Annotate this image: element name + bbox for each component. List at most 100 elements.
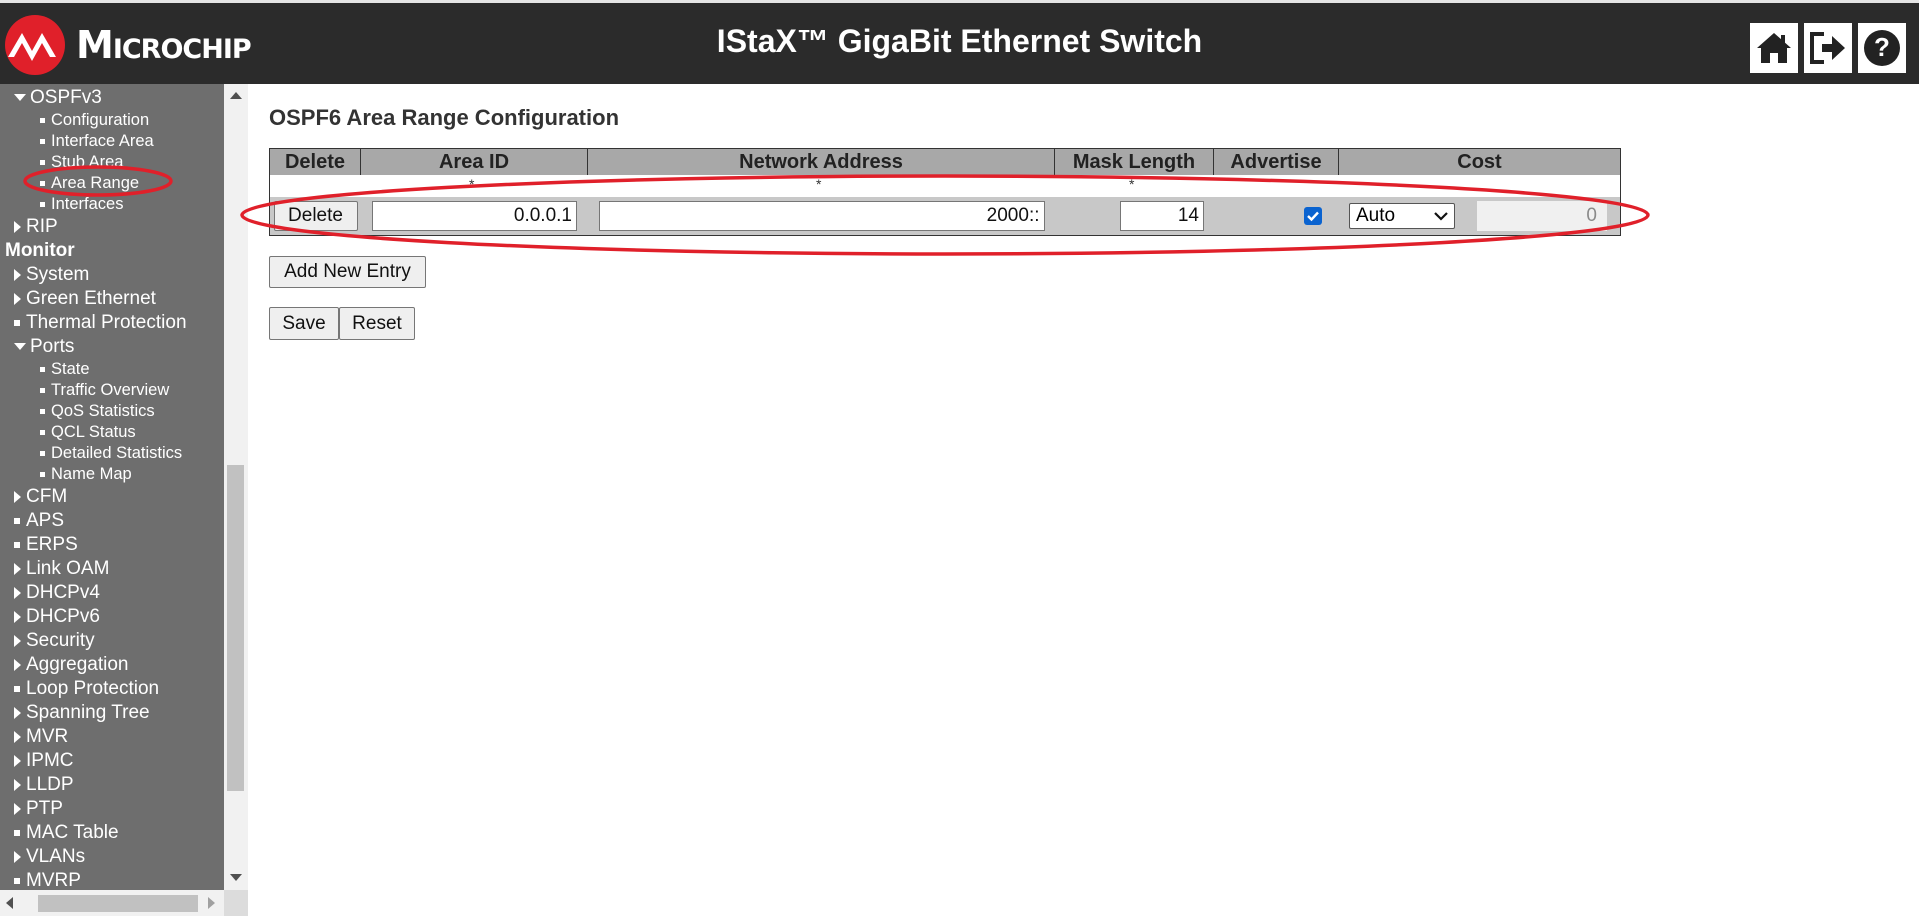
sidebar-vertical-scrollbar[interactable]: [224, 84, 248, 890]
svg-text:?: ?: [1874, 32, 1890, 62]
delete-button[interactable]: Delete: [273, 201, 358, 231]
chevron-right-icon: [14, 490, 21, 503]
sidebar-item-label: Interfaces: [51, 195, 124, 213]
sidebar-item-dhcpv6[interactable]: DHCPv6: [14, 605, 100, 629]
cost-cell: Auto 0: [1339, 197, 1620, 235]
sidebar-item-label: MVR: [26, 726, 69, 747]
sidebar-item-label: Green Ethernet: [26, 288, 156, 309]
sidebar-item-rip[interactable]: RIP: [14, 215, 58, 239]
sidebar-item-vlans[interactable]: VLANs: [14, 845, 85, 869]
app-title: IStaX™ GigaBit Ethernet Switch: [716, 23, 1203, 59]
logo-text: Microchip: [76, 23, 252, 67]
sidebar-item-dhcpv4[interactable]: DHCPv4: [14, 581, 100, 605]
sidebar-item-label: Traffic Overview: [51, 381, 170, 399]
sidebar-item-label: Stub Area: [51, 153, 124, 171]
sidebar-item-state[interactable]: State: [40, 359, 90, 380]
sidebar-item-aggregation[interactable]: Aggregation: [14, 653, 128, 677]
home-icon: [1757, 33, 1791, 63]
bullet-icon: [40, 202, 45, 208]
sidebar-item-thermal-protection[interactable]: Thermal Protection: [14, 311, 187, 335]
table-header-row: Delete Area ID Network Address Mask Leng…: [270, 149, 1620, 175]
bullet-icon: [14, 541, 20, 548]
sidebar-item-link-oam[interactable]: Link OAM: [14, 557, 109, 581]
bullet-icon: [14, 517, 20, 524]
sidebar-nav: OSPFv3 Configuration Interface Area Stub Ar…: [0, 84, 224, 916]
sidebar-item-spanning-tree[interactable]: Spanning Tree: [14, 701, 150, 725]
sidebar-item-monitor[interactable]: Monitor: [2, 239, 75, 263]
sidebar-item-label: VLANs: [26, 846, 86, 867]
sidebar-item-mac-table[interactable]: MAC Table: [14, 821, 119, 845]
bullet-icon: [14, 829, 20, 836]
sidebar-item-label: Aggregation: [26, 654, 129, 675]
sidebar-item-security[interactable]: Security: [14, 629, 95, 653]
sidebar-item-label: Ports: [30, 336, 75, 357]
sidebar-item-ipmc[interactable]: IPMC: [14, 749, 74, 773]
sidebar-item-cfm[interactable]: CFM: [14, 485, 67, 509]
add-new-entry-button[interactable]: Add New Entry: [269, 256, 426, 288]
sidebar-item-ptp[interactable]: PTP: [14, 797, 63, 821]
area-range-table: Delete Area ID Network Address Mask Leng…: [269, 148, 1621, 236]
sidebar-item-interfaces[interactable]: Interfaces: [40, 194, 123, 215]
sidebar-item-label: MAC Table: [26, 822, 119, 843]
sidebar-item-green-ethernet[interactable]: Green Ethernet: [14, 287, 156, 311]
save-button[interactable]: Save: [269, 307, 339, 340]
scroll-left-arrow-icon[interactable]: [6, 897, 13, 909]
page-title: OSPF6 Area Range Configuration: [269, 105, 620, 130]
bullet-icon: [40, 388, 45, 394]
delete-cell: Delete: [270, 197, 361, 235]
scrollbar-thumb[interactable]: [227, 465, 244, 791]
required-marker: *: [1129, 176, 1135, 192]
microchip-logo-icon: [5, 15, 65, 75]
sidebar-item-area-range[interactable]: Area Range: [40, 173, 139, 194]
column-header-advertise: Advertise: [1214, 149, 1339, 175]
sidebar-item-label: Name Map: [51, 465, 132, 483]
sidebar-item-configuration[interactable]: Configuration: [40, 110, 149, 131]
sidebar-horizontal-scrollbar[interactable]: [0, 890, 224, 916]
sidebar-item-name-map[interactable]: Name Map: [40, 464, 132, 485]
bullet-icon: [40, 451, 45, 457]
chevron-right-icon: [14, 634, 21, 647]
area-id-input[interactable]: [372, 201, 577, 231]
mask-length-input[interactable]: [1120, 201, 1204, 231]
sidebar-item-qcl-status[interactable]: QCL Status: [40, 422, 136, 443]
bullet-icon: [40, 472, 45, 478]
sidebar-item-detailed-statistics[interactable]: Detailed Statistics: [40, 443, 182, 464]
sidebar-item-system[interactable]: System: [14, 263, 89, 287]
column-header-mask-length: Mask Length: [1055, 149, 1214, 175]
sidebar-item-label: PTP: [26, 798, 63, 819]
sidebar-item-erps[interactable]: ERPS: [14, 533, 78, 557]
sidebar-item-label: IPMC: [26, 750, 74, 771]
sidebar-item-label: QCL Status: [51, 423, 136, 441]
bullet-icon: [40, 430, 45, 436]
sidebar-item-label: Configuration: [51, 111, 150, 129]
column-header-area-id: Area ID: [361, 149, 588, 175]
sidebar-item-traffic-overview[interactable]: Traffic Overview: [40, 380, 169, 401]
sidebar-item-loop-protection[interactable]: Loop Protection: [14, 677, 159, 701]
chevron-right-icon: [14, 730, 21, 743]
help-button[interactable]: ?: [1858, 23, 1906, 73]
reset-button[interactable]: Reset: [339, 307, 415, 340]
sidebar-item-ospfv3[interactable]: OSPFv3: [14, 86, 102, 110]
sidebar-item-label: DHCPv4: [26, 582, 100, 603]
network-address-input[interactable]: [598, 201, 1045, 231]
cost-mode-select[interactable]: Auto: [1349, 203, 1455, 229]
mask-length-cell: [1055, 197, 1214, 235]
sidebar-item-lldp[interactable]: LLDP: [14, 773, 74, 797]
logout-button[interactable]: [1804, 23, 1852, 73]
sidebar-item-mvr[interactable]: MVR: [14, 725, 68, 749]
sidebar-item-label: OSPFv3: [30, 87, 102, 108]
sidebar-item-ports[interactable]: Ports: [14, 335, 74, 359]
sidebar-item-interface-area[interactable]: Interface Area: [40, 131, 154, 152]
sidebar-item-aps[interactable]: APS: [14, 509, 64, 533]
scrollbar-thumb[interactable]: [38, 895, 198, 912]
sidebar-item-label: Detailed Statistics: [51, 444, 183, 462]
sidebar-item-qos-statistics[interactable]: QoS Statistics: [40, 401, 155, 422]
bullet-icon: [14, 877, 20, 884]
home-button[interactable]: [1750, 23, 1798, 73]
sidebar-item-label: APS: [26, 510, 65, 531]
advertise-checkbox[interactable]: [1304, 207, 1322, 225]
scroll-down-arrow-icon[interactable]: [230, 874, 242, 881]
scroll-up-arrow-icon[interactable]: [230, 92, 242, 99]
scroll-right-arrow-icon[interactable]: [208, 897, 215, 909]
sidebar-item-stub-area[interactable]: Stub Area: [40, 152, 123, 173]
